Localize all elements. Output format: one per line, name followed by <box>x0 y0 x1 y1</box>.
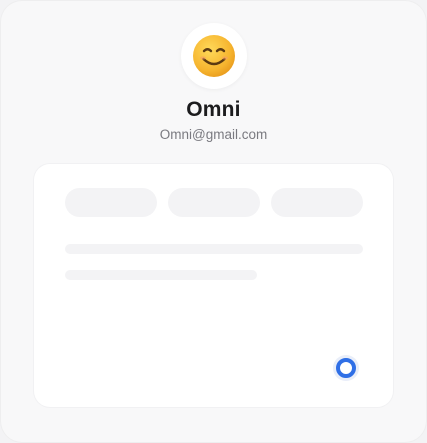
skeleton-line-1 <box>65 244 363 254</box>
profile-panel: Omni Omni@gmail.com <box>0 0 427 443</box>
skeleton-line-2 <box>65 270 257 280</box>
loading-spinner-icon <box>333 355 359 381</box>
skeleton-tab-2 <box>168 188 260 217</box>
profile-email: Omni@gmail.com <box>159 127 268 142</box>
spinner-ring <box>336 358 356 378</box>
smiling-face-icon <box>193 35 235 77</box>
profile-name: Omni <box>186 98 241 121</box>
avatar[interactable] <box>181 23 247 89</box>
skeleton-tab-1 <box>65 188 157 217</box>
skeleton-tab-3 <box>271 188 363 217</box>
